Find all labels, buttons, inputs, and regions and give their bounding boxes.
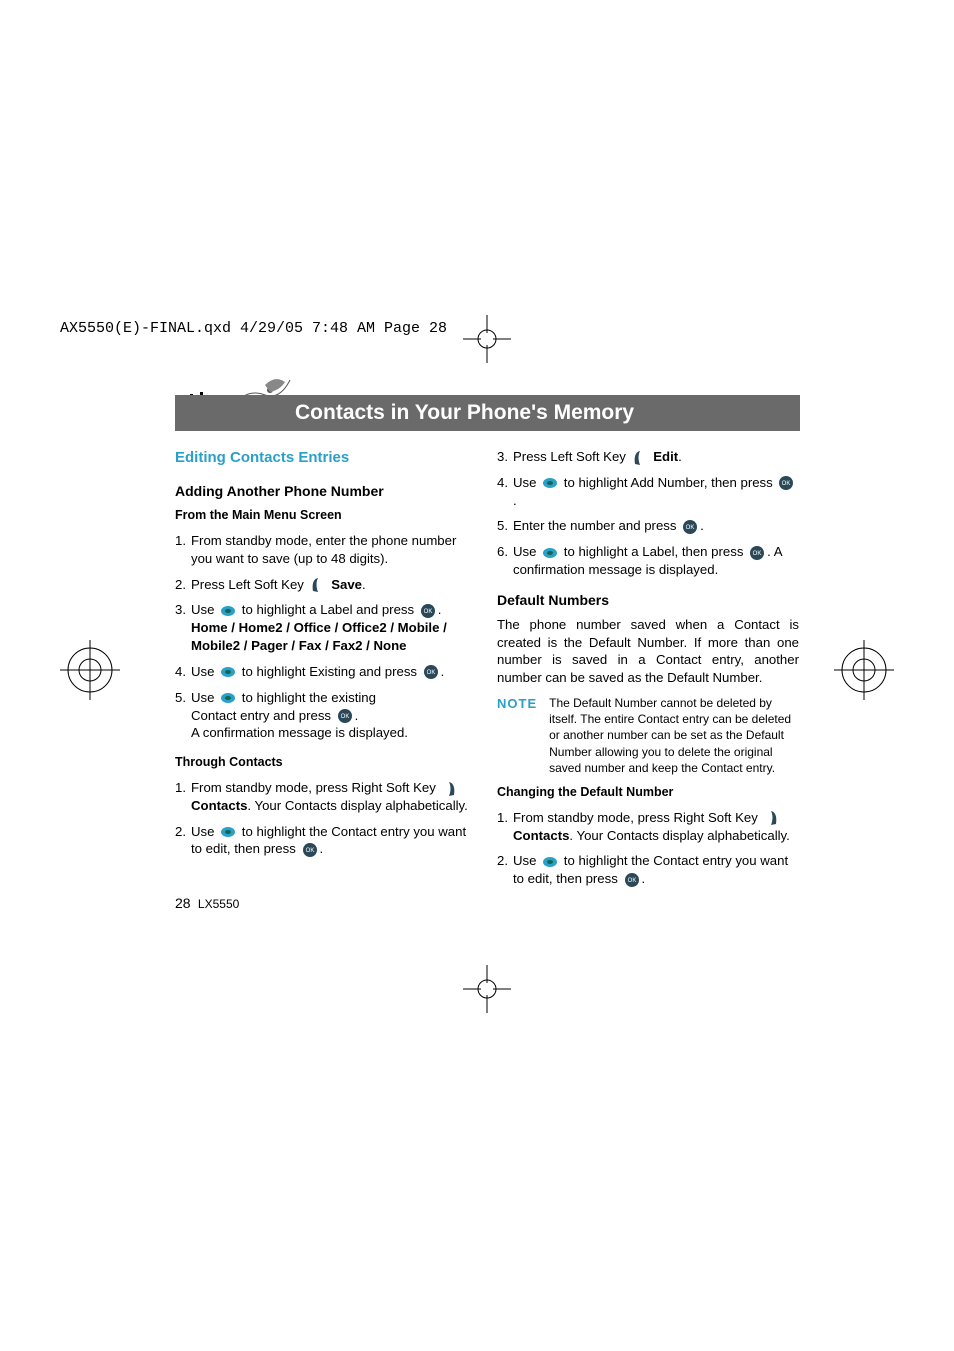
step-3: 3.Use to highlight a Label and press OK.… [175, 601, 477, 654]
nav-key-icon [220, 603, 236, 619]
right-column: 3.Press Left Soft Key Edit. 4.Use to hig… [497, 448, 799, 896]
page-header-bar: Contacts in Your Phone's Memory [175, 395, 800, 431]
nav-key-icon [220, 824, 236, 840]
paragraph: The phone number saved when a Contact is… [497, 616, 799, 687]
svg-text:OK: OK [305, 848, 314, 854]
nav-key-icon [542, 545, 558, 561]
step-r6: 6.Use to highlight a Label, then press O… [497, 543, 799, 579]
right-soft-key-icon [441, 781, 457, 797]
svg-text:OK: OK [753, 551, 762, 557]
nav-key-icon [220, 664, 236, 680]
svg-text:OK: OK [340, 714, 349, 720]
step-5: 5.Use to highlight the existing Contact … [175, 689, 477, 742]
page-number: 28 [175, 895, 191, 911]
svg-text:OK: OK [423, 609, 432, 615]
step-t2: 2.Use to highlight the Contact entry you… [175, 823, 477, 859]
step-c2: 2.Use to highlight the Contact entry you… [497, 852, 799, 888]
svg-text:OK: OK [782, 481, 791, 487]
left-soft-key-icon [310, 577, 326, 593]
section-title: Editing Contacts Entries [175, 448, 477, 468]
subsub-heading: Through Contacts [175, 754, 477, 771]
svg-text:OK: OK [686, 525, 695, 531]
ok-key-icon: OK [337, 708, 353, 724]
left-column: Editing Contacts Entries Adding Another … [175, 448, 477, 896]
step-1: 1.From standby mode, enter the phone num… [175, 532, 477, 568]
note-label: NOTE [497, 695, 537, 776]
subsub-heading: Changing the Default Number [497, 784, 799, 801]
step-r4: 4.Use to highlight Add Number, then pres… [497, 474, 799, 510]
nav-key-icon [542, 475, 558, 491]
nav-key-icon [220, 690, 236, 706]
nav-key-icon [542, 854, 558, 870]
file-path-header: AX5550(E)-FINAL.qxd 4/29/05 7:48 AM Page… [60, 320, 447, 337]
subsub-heading: From the Main Menu Screen [175, 507, 477, 524]
subsection-heading: Adding Another Phone Number [175, 482, 477, 501]
left-soft-key-icon [632, 450, 648, 466]
svg-text:OK: OK [426, 670, 435, 676]
ok-key-icon: OK [682, 519, 698, 535]
ok-key-icon: OK [302, 842, 318, 858]
crop-mark-top [463, 315, 511, 363]
step-2: 2.Press Left Soft Key Save. [175, 576, 477, 594]
ok-key-icon: OK [778, 475, 794, 491]
ok-key-icon: OK [624, 872, 640, 888]
note-block: NOTE The Default Number cannot be delete… [497, 695, 799, 776]
note-text: The Default Number cannot be deleted by … [549, 695, 799, 776]
page-footer: 28 LX5550 [175, 895, 239, 911]
svg-text:OK: OK [627, 878, 636, 884]
model-number: LX5550 [198, 897, 239, 911]
crop-mark-left [60, 640, 120, 700]
step-4: 4.Use to highlight Existing and press OK… [175, 663, 477, 681]
step-c1: 1.From standby mode, press Right Soft Ke… [497, 809, 799, 845]
step-r5: 5.Enter the number and press OK. [497, 517, 799, 535]
step-r3: 3.Press Left Soft Key Edit. [497, 448, 799, 466]
crop-mark-bottom [463, 965, 511, 1013]
ok-key-icon: OK [420, 603, 436, 619]
crop-mark-right [834, 640, 894, 700]
ok-key-icon: OK [749, 545, 765, 561]
step-t1: 1.From standby mode, press Right Soft Ke… [175, 779, 477, 815]
ok-key-icon: OK [423, 664, 439, 680]
right-soft-key-icon [763, 810, 779, 826]
subsection-heading: Default Numbers [497, 591, 799, 610]
